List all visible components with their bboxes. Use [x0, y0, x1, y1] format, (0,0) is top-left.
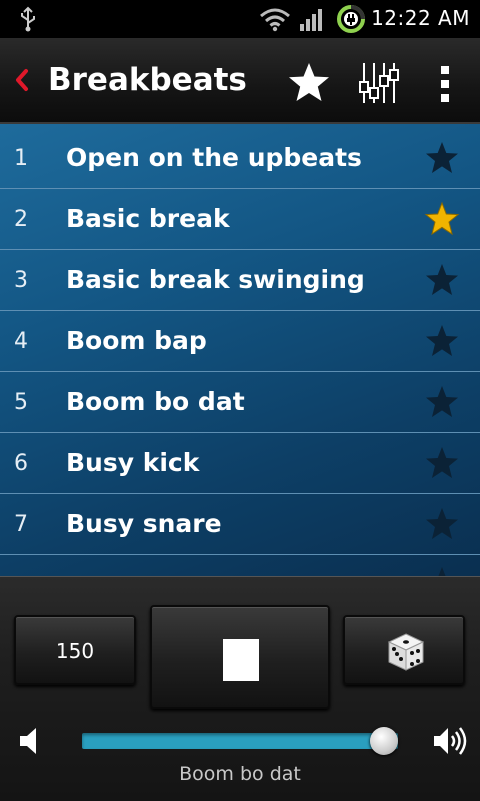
overflow-menu-icon[interactable]: [430, 62, 460, 106]
beat-number: 3: [14, 268, 28, 293]
stop-button[interactable]: [150, 605, 330, 709]
mixer-icon[interactable]: [356, 60, 400, 106]
volume-track: [82, 733, 398, 749]
star-icon[interactable]: [424, 506, 460, 542]
random-button[interactable]: [343, 615, 465, 685]
volume-high-icon[interactable]: [432, 725, 468, 757]
tempo-button[interactable]: 150: [14, 615, 136, 685]
status-bar: 12:22 AM: [0, 0, 480, 38]
star-icon[interactable]: [424, 262, 460, 298]
battery-charging-icon: [337, 5, 365, 33]
star-icon[interactable]: [424, 445, 460, 481]
beat-number: 2: [14, 207, 28, 232]
beat-name: Boom bo dat: [66, 387, 245, 416]
star-icon[interactable]: [424, 140, 460, 176]
beat-name: Open on the upbeats: [66, 143, 362, 172]
action-bar: Breakbeats: [0, 38, 480, 124]
clock: 12:22 AM: [371, 6, 470, 30]
beat-number: 4: [14, 329, 28, 354]
list-item[interactable]: [0, 555, 480, 576]
list-item[interactable]: 7 Busy snare: [0, 494, 480, 555]
beat-name: Basic break swinging: [66, 265, 365, 294]
beat-name: Busy kick: [66, 448, 200, 477]
beat-number: 1: [14, 146, 28, 171]
signal-icon: [300, 9, 322, 31]
beat-name: Basic break: [66, 204, 230, 233]
chevron-left-icon[interactable]: [8, 58, 38, 102]
dice-icon: [387, 633, 425, 671]
stop-icon: [223, 639, 259, 681]
list-item[interactable]: 1 Open on the upbeats: [0, 128, 480, 189]
list-item[interactable]: 3 Basic break swinging: [0, 250, 480, 311]
beat-name: Busy snare: [66, 509, 222, 538]
beat-number: 5: [14, 390, 28, 415]
usb-icon: [21, 6, 35, 32]
volume-thumb[interactable]: [370, 727, 398, 755]
star-icon[interactable]: [424, 323, 460, 359]
star-icon[interactable]: [424, 384, 460, 420]
now-playing-label: Boom bo dat: [179, 763, 301, 785]
star-icon[interactable]: [424, 565, 460, 576]
beat-number: 6: [14, 451, 28, 476]
playback-controls: 150 Boom bo dat: [0, 576, 480, 801]
list-item[interactable]: 6 Busy kick: [0, 433, 480, 494]
list-item[interactable]: 5 Boom bo dat: [0, 372, 480, 433]
tempo-value: 150: [55, 639, 95, 663]
page-title: Breakbeats: [48, 62, 247, 98]
volume-low-icon[interactable]: [18, 725, 42, 757]
list-item[interactable]: 4 Boom bap: [0, 311, 480, 372]
list-item[interactable]: 2 Basic break: [0, 189, 480, 250]
favorite-star-icon[interactable]: [286, 60, 332, 106]
wifi-icon: [260, 8, 290, 32]
volume-slider[interactable]: [82, 727, 398, 755]
beat-name: Boom bap: [66, 326, 207, 355]
beat-number: 7: [14, 512, 28, 537]
beat-list[interactable]: 1 Open on the upbeats 2 Basic break 3 Ba…: [0, 124, 480, 576]
star-icon[interactable]: [424, 201, 460, 237]
